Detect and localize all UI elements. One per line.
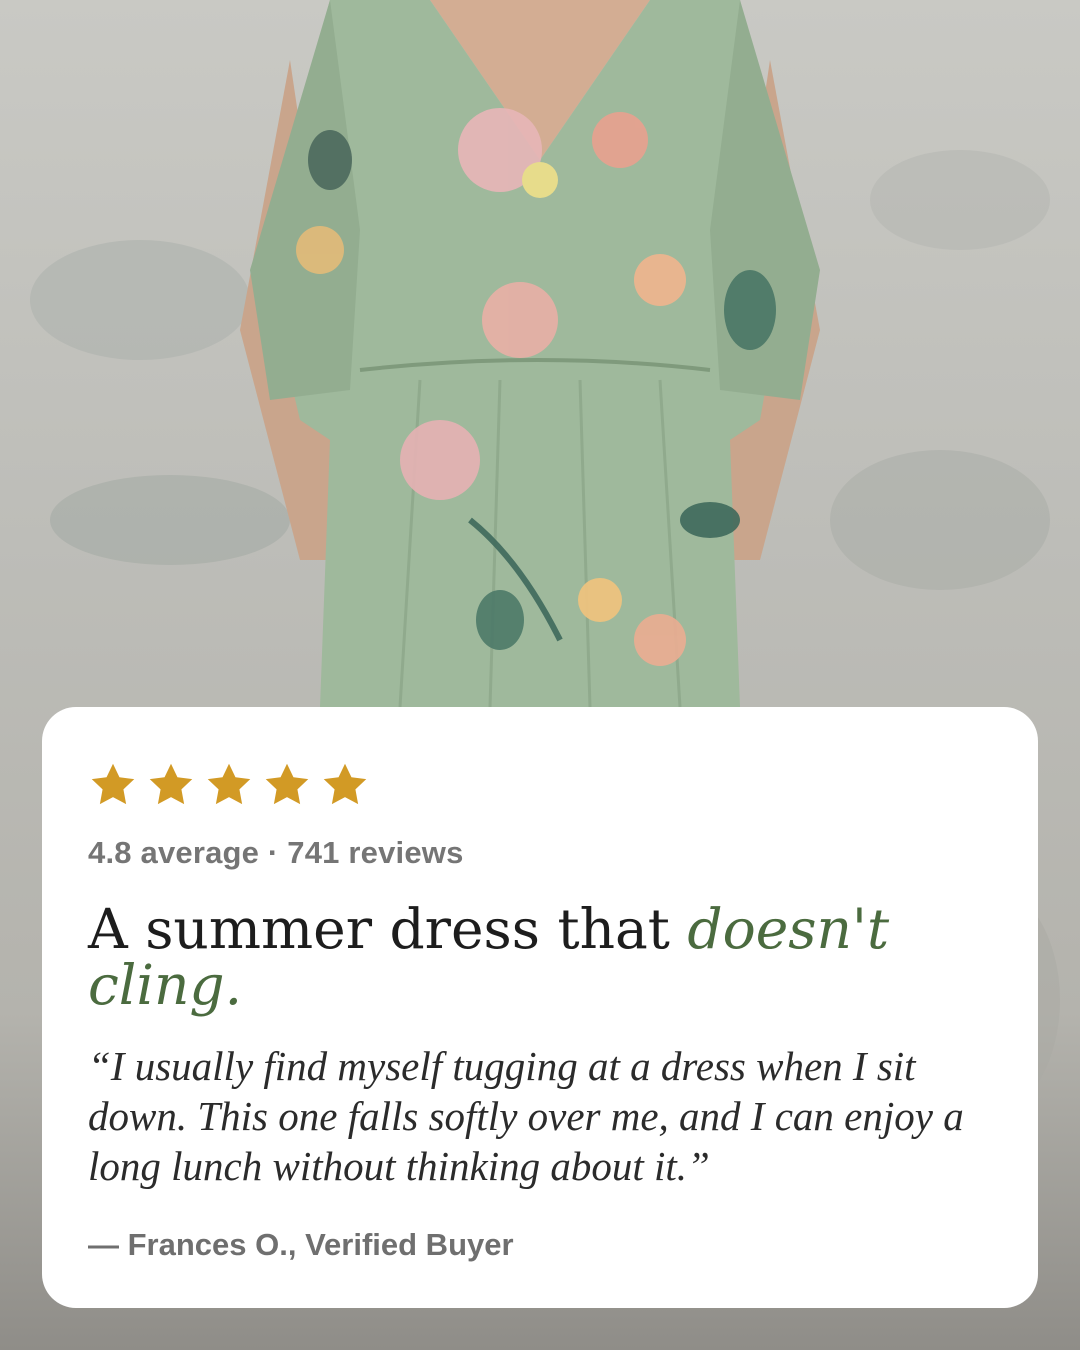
review-card: 4.8 average · 741 reviews A summer dress…: [42, 707, 1038, 1308]
review-attribution: — Frances O., Verified Buyer: [88, 1227, 514, 1262]
star-icon: [91, 763, 135, 805]
star-icon: [323, 763, 367, 805]
rating-summary: 4.8 average · 741 reviews: [88, 835, 464, 870]
star-icon: [265, 763, 309, 805]
star-icon: [207, 763, 251, 805]
star-rating: [88, 759, 992, 811]
headline-text: A summer dress that: [88, 897, 688, 961]
review-headline: A summer dress that doesn't cling.: [88, 901, 968, 1013]
star-icon: [149, 763, 193, 805]
review-quote: “I usually find myself tugging at a dres…: [88, 1043, 964, 1189]
